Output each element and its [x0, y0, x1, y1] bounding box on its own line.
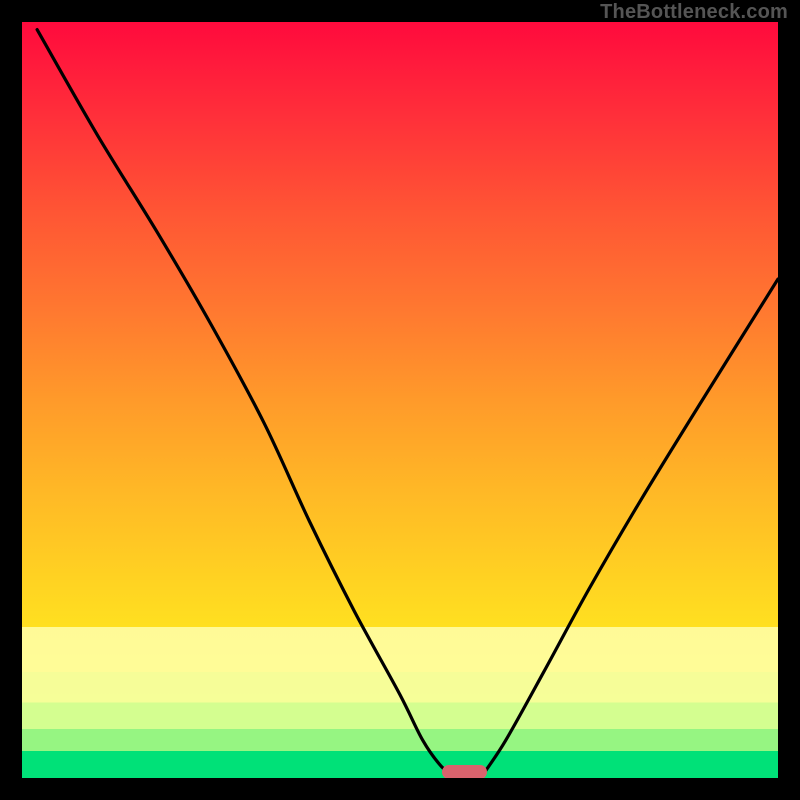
watermark-text: TheBottleneck.com — [600, 1, 788, 24]
optimal-point-marker — [442, 765, 487, 778]
chart-plot-area — [22, 22, 778, 778]
bottleneck-curve — [22, 22, 778, 778]
